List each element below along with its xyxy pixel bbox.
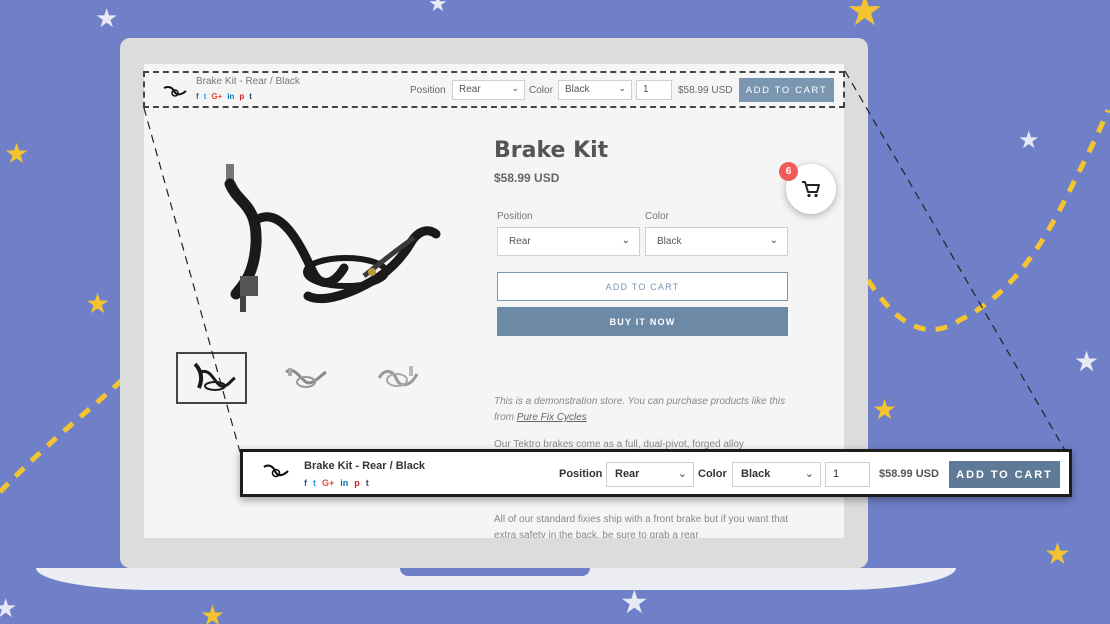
chevron-down-icon: ⌄ bbox=[511, 83, 519, 93]
sticky-product-title: Brake Kit - Rear / Black bbox=[304, 460, 426, 472]
color-label: Color bbox=[645, 211, 669, 222]
star-icon: ★ bbox=[85, 287, 111, 320]
star-icon: ★ bbox=[1044, 537, 1071, 572]
thumbnail-2[interactable] bbox=[269, 352, 340, 404]
pinterest-icon[interactable]: p bbox=[354, 478, 360, 488]
description-paragraph-2: All of our standard fixies ship with a f… bbox=[494, 514, 789, 538]
mini-position-select[interactable]: Rear ⌄ bbox=[452, 80, 525, 100]
mini-social-links: f t G+ in p t bbox=[196, 92, 252, 101]
star-icon: ★ bbox=[0, 594, 18, 624]
position-value: Rear bbox=[509, 236, 531, 247]
brake-caliper-icon bbox=[263, 464, 289, 478]
facebook-icon[interactable]: f bbox=[304, 478, 307, 488]
linkedin-icon[interactable]: in bbox=[340, 478, 348, 488]
mini-color-value: Black bbox=[565, 84, 590, 95]
mini-position-value: Rear bbox=[459, 84, 481, 95]
sticky-position-value: Rear bbox=[615, 468, 640, 480]
sticky-price: $58.99 USD bbox=[879, 468, 939, 480]
buy-it-now-button[interactable]: BUY IT NOW bbox=[497, 307, 788, 336]
tumblr-icon[interactable]: t bbox=[249, 92, 252, 101]
sticky-quantity-input[interactable]: 1 bbox=[825, 462, 870, 487]
sticky-position-label: Position bbox=[559, 468, 603, 480]
google-plus-icon[interactable]: G+ bbox=[322, 478, 334, 488]
brake-caliper-icon bbox=[377, 366, 418, 387]
position-select[interactable]: Rear ⌄ bbox=[497, 227, 640, 256]
position-label: Position bbox=[497, 211, 533, 222]
cart-count-badge: 6 bbox=[779, 162, 798, 181]
brake-caliper-icon bbox=[163, 86, 187, 97]
demo-notice: This is a demonstration store. You can p… bbox=[494, 394, 794, 426]
star-icon: ★ bbox=[872, 393, 898, 426]
color-select[interactable]: Black ⌄ bbox=[645, 227, 788, 256]
mini-sticky-bar: Brake Kit - Rear / Black f t G+ in p t P… bbox=[144, 72, 844, 108]
mini-color-label: Color bbox=[529, 85, 553, 96]
product-price: $58.99 USD bbox=[494, 171, 560, 185]
star-icon: ★ bbox=[4, 137, 30, 170]
chevron-down-icon: ⌄ bbox=[621, 235, 630, 246]
facebook-icon[interactable]: f bbox=[196, 92, 199, 101]
google-plus-icon[interactable]: G+ bbox=[211, 92, 222, 101]
chevron-down-icon: ⌄ bbox=[804, 468, 814, 480]
mini-add-to-cart-button[interactable]: ADD TO CART bbox=[739, 78, 834, 102]
sticky-color-label: Color bbox=[698, 468, 727, 480]
add-to-cart-button[interactable]: ADD TO CART bbox=[497, 272, 788, 301]
sticky-color-select[interactable]: Black ⌄ bbox=[732, 462, 821, 487]
cart-icon bbox=[802, 181, 820, 198]
product-main-image bbox=[224, 164, 441, 312]
product-thumbnails bbox=[176, 352, 433, 404]
mini-product-title: Brake Kit - Rear / Black bbox=[196, 76, 300, 87]
sticky-color-value: Black bbox=[741, 468, 771, 480]
star-icon: ★ bbox=[620, 583, 649, 621]
star-icon: ★ bbox=[200, 599, 226, 624]
twitter-icon[interactable]: t bbox=[313, 478, 316, 488]
sticky-position-select[interactable]: Rear ⌄ bbox=[606, 462, 694, 487]
star-icon: ★ bbox=[1018, 126, 1040, 154]
star-icon: ★ bbox=[428, 0, 448, 17]
thumbnail-3[interactable] bbox=[362, 352, 433, 404]
laptop-notch bbox=[400, 568, 590, 576]
sticky-social-links: f t G+ in p t bbox=[304, 478, 369, 488]
product-title: Brake Kit bbox=[494, 138, 609, 163]
mini-quantity-input[interactable]: 1 bbox=[636, 80, 672, 100]
twitter-icon[interactable]: t bbox=[204, 92, 207, 101]
mini-quantity-value: 1 bbox=[643, 84, 649, 95]
brake-caliper-icon bbox=[193, 362, 236, 391]
chevron-down-icon: ⌄ bbox=[618, 83, 626, 93]
chevron-down-icon: ⌄ bbox=[769, 235, 778, 246]
brake-caliper-icon bbox=[284, 368, 327, 388]
linkedin-icon[interactable]: in bbox=[227, 92, 234, 101]
star-icon: ★ bbox=[1074, 345, 1100, 378]
star-icon: ★ bbox=[95, 4, 119, 34]
mini-price: $58.99 USD bbox=[678, 85, 733, 96]
chevron-down-icon: ⌄ bbox=[677, 468, 687, 480]
sticky-add-to-cart-bar: Brake Kit - Rear / Black f t G+ in p t P… bbox=[240, 449, 1072, 497]
pure-fix-cycles-link[interactable]: Pure Fix Cycles bbox=[517, 412, 587, 423]
mini-color-select[interactable]: Black ⌄ bbox=[558, 80, 632, 100]
pinterest-icon[interactable]: p bbox=[239, 92, 244, 101]
mini-position-label: Position bbox=[410, 85, 446, 96]
color-value: Black bbox=[657, 236, 682, 247]
thumbnail-1[interactable] bbox=[176, 352, 247, 404]
sticky-add-to-cart-button[interactable]: ADD TO CART bbox=[949, 461, 1060, 488]
tumblr-icon[interactable]: t bbox=[366, 478, 369, 488]
star-icon: ★ bbox=[846, 0, 884, 35]
